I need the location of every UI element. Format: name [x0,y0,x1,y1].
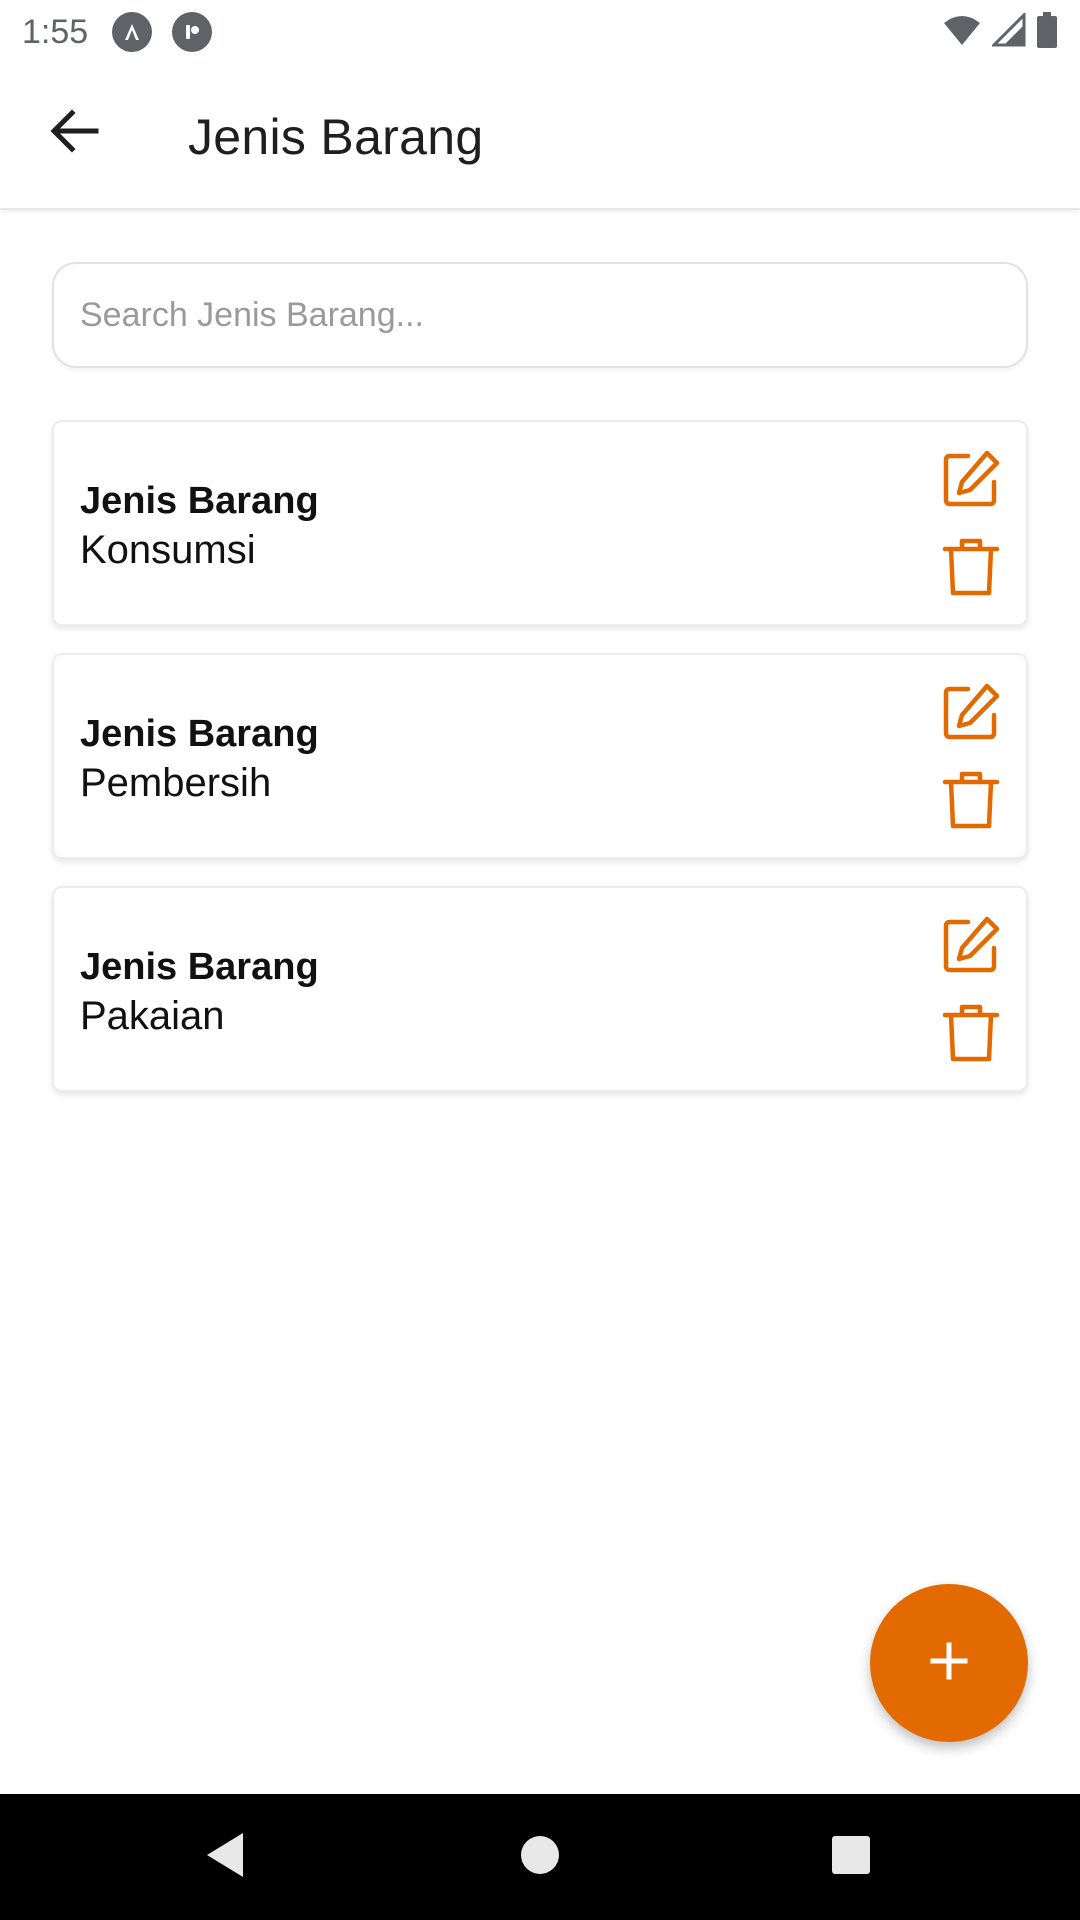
battery-icon [1036,11,1058,53]
nav-home-icon [520,1835,560,1880]
edit-icon [940,914,1002,981]
system-nav-bar [0,1794,1080,1920]
item-heading: Jenis Barang [80,713,319,755]
edit-icon [940,681,1002,748]
delete-button[interactable] [938,1002,1004,1068]
add-button[interactable] [870,1584,1028,1742]
search-input[interactable] [80,295,1000,335]
nav-back-icon [203,1831,247,1884]
signal-icon [990,10,1026,52]
list-item: Jenis Barang Konsumsi [52,420,1028,626]
item-value: Konsumsi [80,528,256,572]
app-bar: Jenis Barang [0,64,1080,210]
item-heading: Jenis Barang [80,946,319,988]
status-time: 1:55 [22,12,89,51]
item-list: Jenis Barang Konsumsi Jenis Barang Pembe… [52,420,1028,1119]
app-a-icon [112,12,153,52]
trash-icon [942,1002,1000,1069]
delete-button[interactable] [938,769,1004,835]
list-item: Jenis Barang Pembersih [52,653,1028,859]
list-item: Jenis Barang Pakaian [52,886,1028,1092]
back-button[interactable] [30,98,120,168]
status-bar: 1:55 [0,0,1080,64]
nav-recents-button[interactable] [816,1822,886,1892]
arrow-left-icon [50,108,100,158]
item-value: Pakaian [80,994,225,1038]
item-heading: Jenis Barang [80,480,319,522]
edit-button[interactable] [938,448,1004,514]
nav-back-button[interactable] [190,1822,260,1892]
wifi-icon [942,13,982,52]
app-r-icon [172,12,213,52]
nav-home-button[interactable] [505,1822,575,1892]
item-value: Pembersih [80,761,272,805]
edit-icon [940,448,1002,515]
plus-icon [929,1641,969,1686]
trash-icon [942,769,1000,836]
page-title: Jenis Barang [188,109,484,165]
search-box[interactable] [52,262,1028,368]
trash-icon [942,536,1000,603]
status-icons [942,10,1058,53]
delete-button[interactable] [938,536,1004,602]
edit-button[interactable] [938,681,1004,747]
edit-button[interactable] [938,914,1004,980]
screen: 1:55 Jenis Barang Search Jenis Barang...… [0,0,1080,1920]
nav-recents-icon [831,1835,871,1880]
